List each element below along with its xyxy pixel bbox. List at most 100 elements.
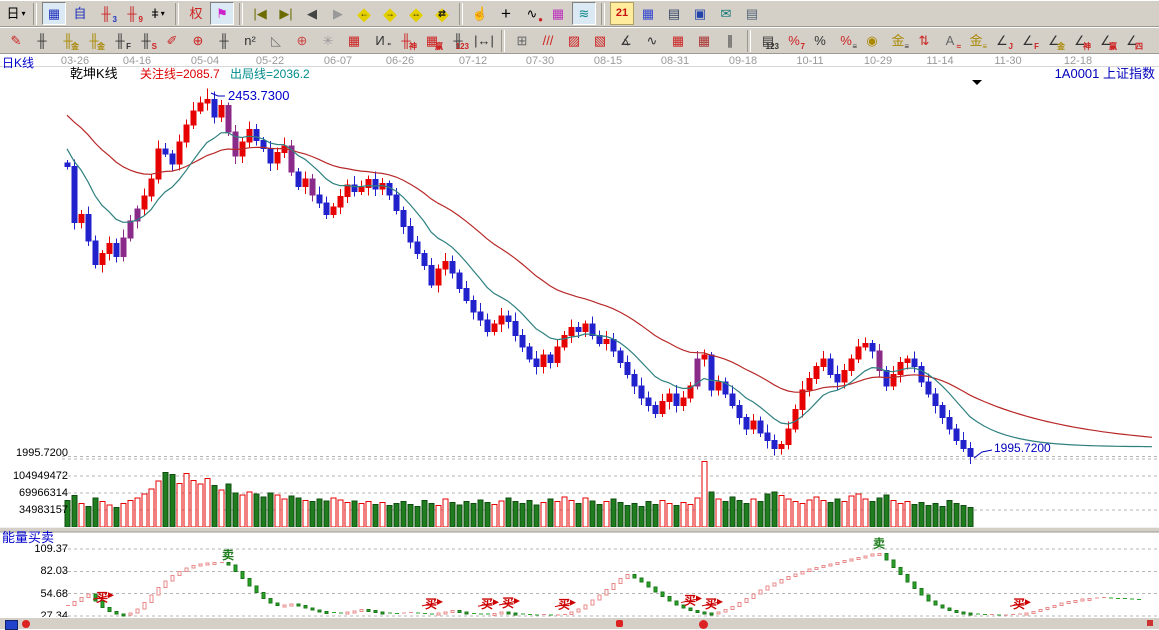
candle-body bbox=[954, 429, 959, 441]
angle-ruler-button[interactable]: ◺ bbox=[264, 29, 288, 52]
gann-circle-button[interactable]: ⊕ bbox=[290, 29, 314, 52]
percent-lines-button[interactable]: %≡ bbox=[834, 29, 858, 52]
pane-divider bbox=[0, 528, 1159, 533]
oscillator-bar bbox=[598, 595, 601, 600]
percent-button[interactable]: % bbox=[808, 29, 832, 52]
gold-section2-button[interactable]: ╫金 bbox=[82, 29, 106, 52]
volume-bar bbox=[674, 506, 679, 527]
kline-3-button[interactable]: ╫3 bbox=[94, 2, 118, 25]
restore-rights-button[interactable]: 权 bbox=[184, 2, 208, 25]
volume-bar bbox=[492, 505, 497, 527]
spiral-lines-button[interactable]: ╫S bbox=[134, 29, 158, 52]
four-angle-button[interactable]: ∠四 bbox=[1120, 29, 1144, 52]
overlap-chart-button[interactable]: ▦ bbox=[42, 2, 66, 25]
roman-periods-button[interactable]: И" bbox=[368, 29, 392, 52]
oscillator-bar bbox=[738, 602, 741, 606]
period-day-button[interactable]: 日▾ bbox=[4, 2, 28, 25]
volume-bar bbox=[177, 483, 182, 527]
draw-brush-button[interactable]: ✎ bbox=[4, 29, 28, 52]
crosshair-button[interactable]: + bbox=[494, 2, 518, 25]
volume-bar bbox=[576, 504, 581, 527]
oscillator-bar bbox=[290, 604, 293, 606]
info-panel-button[interactable]: 自 bbox=[68, 2, 92, 25]
rect-grid-button[interactable]: ⊞ bbox=[510, 29, 534, 52]
gold-parallel-button[interactable]: 金≡ bbox=[886, 29, 910, 52]
trendline-tool-button[interactable]: ∿● bbox=[520, 2, 544, 25]
ying-box-button[interactable]: ▦赢 bbox=[420, 29, 444, 52]
ying-angle-button[interactable]: ∠赢 bbox=[1094, 29, 1118, 52]
volume-bar bbox=[142, 494, 147, 527]
last-page-button[interactable]: ▶| bbox=[274, 2, 298, 25]
volume-bar bbox=[660, 500, 665, 527]
oscillator-bar bbox=[675, 601, 678, 605]
buy-signal-marker: 买 bbox=[481, 597, 493, 611]
gann-box-button[interactable]: ▦ bbox=[342, 29, 366, 52]
percent-7-button[interactable]: %7 bbox=[782, 29, 806, 52]
candle-style-button[interactable]: ǂ▾ bbox=[146, 2, 170, 25]
grid-lines-button[interactable]: ╫ bbox=[30, 29, 54, 52]
x-axis-date-label: 10-11 bbox=[790, 55, 830, 67]
f-angle-button[interactable]: ∠F bbox=[1016, 29, 1040, 52]
fan-box-button[interactable]: ▨ bbox=[562, 29, 586, 52]
icon-overlay-glyph: 金 bbox=[1057, 43, 1065, 51]
oscillator-bar bbox=[143, 602, 146, 609]
candle-body bbox=[394, 195, 399, 211]
volume-bar bbox=[597, 505, 602, 527]
scale-pen-button[interactable]: ⇅ bbox=[912, 29, 936, 52]
ray-fan-button[interactable]: /// bbox=[536, 29, 560, 52]
volume-bar bbox=[331, 498, 336, 527]
shen-lines-button[interactable]: ╫神 bbox=[394, 29, 418, 52]
j-angle-button[interactable]: ∠J bbox=[990, 29, 1014, 52]
hand-tool-button[interactable]: ☝ bbox=[468, 2, 492, 25]
zoom-out-diamond-button[interactable]: ◆↔ bbox=[404, 2, 428, 25]
qiankun-line-button[interactable]: ≋ bbox=[572, 2, 596, 25]
prev-stock-button[interactable]: ◀ bbox=[300, 2, 324, 25]
zigzag-button[interactable]: ∿ bbox=[640, 29, 664, 52]
shift-left-diamond-button[interactable]: ◆← bbox=[352, 2, 376, 25]
cycle-circle-button[interactable]: ⊕ bbox=[186, 29, 210, 52]
gold-circle-button[interactable]: ◉ bbox=[860, 29, 884, 52]
box-tool-button[interactable]: ▦ bbox=[546, 2, 570, 25]
gann-box-icon: ▦ bbox=[348, 34, 360, 47]
mark-brush-button[interactable]: ✐ bbox=[160, 29, 184, 52]
volume-bar bbox=[835, 499, 840, 527]
volume-bar bbox=[737, 500, 742, 527]
ruler-123-button[interactable]: ╫123 bbox=[446, 29, 470, 52]
color-flag-button[interactable]: ⚑ bbox=[210, 2, 234, 25]
grid-lines-icon: ╫ bbox=[37, 34, 46, 47]
calendar-button[interactable]: 21 bbox=[610, 2, 634, 25]
zoom-in-diamond-icon: ◆⇄ bbox=[435, 5, 449, 23]
n-squared-button[interactable]: n² bbox=[238, 29, 262, 52]
calculator-button[interactable]: ▦ bbox=[636, 2, 660, 25]
gold-parallel2-button[interactable]: 金≡ bbox=[964, 29, 988, 52]
plain-grid-button[interactable]: ╫ bbox=[212, 29, 236, 52]
first-page-button[interactable]: |◀ bbox=[248, 2, 272, 25]
price-grid2-button[interactable]: ▦ bbox=[692, 29, 716, 52]
shen-angle-button[interactable]: ∠神 bbox=[1068, 29, 1092, 52]
wave-band-button[interactable]: A≈ bbox=[938, 29, 962, 52]
gold-section-button[interactable]: ╫金 bbox=[56, 29, 80, 52]
zoom-out-diamond-icon: ◆↔ bbox=[409, 5, 423, 23]
fib-lines-button[interactable]: ╫F bbox=[108, 29, 132, 52]
zoom-in-diamond-button[interactable]: ◆⇄ bbox=[430, 2, 454, 25]
volume-bar bbox=[765, 494, 770, 527]
next-stock-button[interactable]: ▶ bbox=[326, 2, 350, 25]
kline-9-button[interactable]: ╫9 bbox=[120, 2, 144, 25]
send-mail-button[interactable]: ✉ bbox=[714, 2, 738, 25]
print-button[interactable]: ▤ bbox=[740, 2, 764, 25]
shift-right-diamond-button[interactable]: ◆→ bbox=[378, 2, 402, 25]
price-grid-button[interactable]: ▦ bbox=[666, 29, 690, 52]
stat-ruler-button[interactable]: ▤123 bbox=[756, 29, 780, 52]
save-button[interactable]: ▣ bbox=[688, 2, 712, 25]
measure-width-button[interactable]: |↔| bbox=[472, 29, 496, 52]
notebook-button[interactable]: ▤ bbox=[662, 2, 686, 25]
gold-angle-button[interactable]: ∠金 bbox=[1042, 29, 1066, 52]
starburst-button[interactable]: ✳ bbox=[316, 29, 340, 52]
parallel-lines-button[interactable]: ∥ bbox=[718, 29, 742, 52]
main-chart-canvas[interactable]: 买卖买买买买买买卖买 bbox=[0, 0, 1159, 629]
angle-lines-button[interactable]: ∡ bbox=[614, 29, 638, 52]
icon-overlay-glyph: F bbox=[1034, 43, 1039, 51]
oscillator-bar bbox=[703, 612, 706, 614]
fan-filled-button[interactable]: ▧ bbox=[588, 29, 612, 52]
shift-right-diamond-icon: ◆→ bbox=[383, 5, 397, 23]
